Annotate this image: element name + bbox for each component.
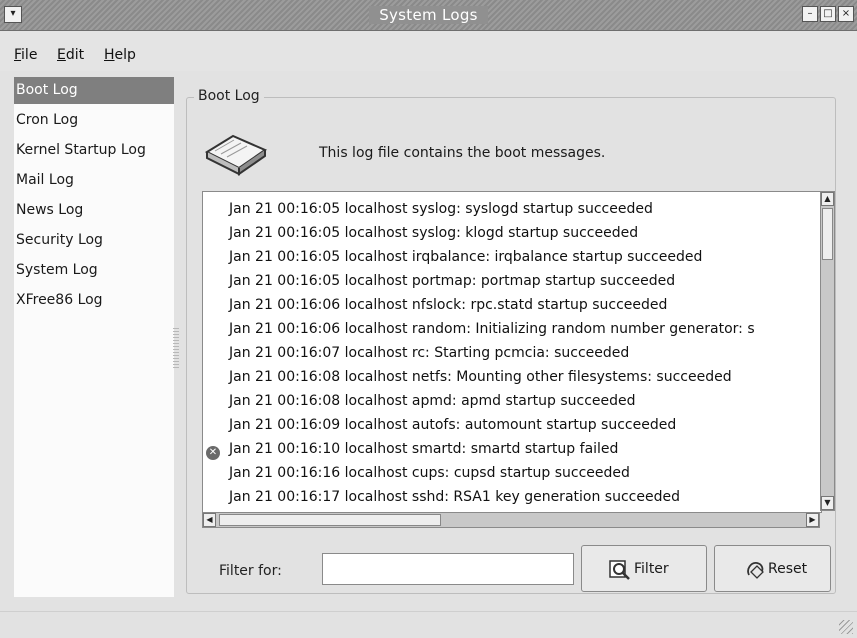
log-line: Jan 21 00:16:08 localhost apmd: apmd sta… — [229, 393, 636, 409]
log-line: Jan 21 00:16:09 localhost autofs: automo… — [229, 417, 677, 433]
vertical-scroll-thumb[interactable] — [822, 208, 833, 260]
status-bar — [0, 611, 857, 638]
window-title: System Logs — [0, 6, 857, 24]
minimize-button[interactable]: – — [802, 6, 818, 22]
log-line: Jan 21 00:16:08 localhost netfs: Mountin… — [229, 369, 732, 385]
sidebar-item-kernel-startup-log[interactable]: Kernel Startup Log — [14, 137, 174, 164]
title-bar[interactable]: ▾ System Logs – □ × — [0, 0, 857, 31]
reset-button[interactable]: Reset — [714, 545, 831, 592]
log-description: This log file contains the boot messages… — [319, 145, 606, 161]
horizontal-scroll-thumb[interactable] — [219, 514, 441, 526]
filter-input[interactable] — [322, 553, 574, 585]
scroll-left-button[interactable]: ◀ — [203, 513, 216, 527]
sidebar-item-news-log[interactable]: News Log — [14, 197, 174, 224]
magnifier-icon — [609, 560, 630, 580]
close-button[interactable]: × — [838, 6, 854, 22]
window-resize-grip[interactable] — [839, 620, 853, 634]
log-list-sidebar: Boot Log Cron Log Kernel Startup Log Mai… — [14, 77, 174, 597]
log-line: Jan 21 00:16:05 localhost syslog: syslog… — [229, 201, 653, 217]
system-logs-window: ▾ System Logs – □ × File Edit Help Boot … — [0, 0, 857, 638]
log-line: Jan 21 00:16:06 localhost random: Initia… — [229, 321, 755, 337]
horizontal-scrollbar[interactable]: ◀ ▶ — [202, 512, 820, 528]
menu-file[interactable]: File — [14, 47, 37, 63]
log-text-view[interactable]: Jan 21 00:16:05 localhost syslog: syslog… — [202, 191, 822, 513]
scroll-down-button[interactable]: ▼ — [821, 496, 834, 510]
log-line: Jan 21 00:16:06 localhost nfslock: rpc.s… — [229, 297, 668, 313]
log-line: Jan 21 00:16:17 localhost sshd: RSA1 key… — [229, 489, 680, 505]
log-line: Jan 21 00:16:05 localhost portmap: portm… — [229, 273, 676, 289]
pane-resize-handle[interactable] — [173, 328, 179, 368]
menu-bar: File Edit Help — [0, 31, 857, 71]
scroll-up-button[interactable]: ▲ — [821, 192, 834, 206]
menu-help[interactable]: Help — [104, 47, 136, 63]
filter-label: Filter for: — [219, 563, 282, 579]
log-line: Jan 21 00:16:07 localhost rc: Starting p… — [229, 345, 630, 361]
sidebar-item-xfree86-log[interactable]: XFree86 Log — [14, 287, 174, 314]
filter-button-label: Filter — [634, 561, 669, 577]
reset-button-label: Reset — [768, 561, 808, 577]
vertical-scrollbar[interactable]: ▲ ▼ — [820, 191, 835, 511]
sidebar-item-mail-log[interactable]: Mail Log — [14, 167, 174, 194]
error-icon: ✕ — [206, 446, 220, 460]
menu-edit[interactable]: Edit — [57, 47, 84, 63]
maximize-button[interactable]: □ — [820, 6, 836, 22]
scroll-right-button[interactable]: ▶ — [806, 513, 819, 527]
log-line: Jan 21 00:16:05 localhost syslog: klogd … — [229, 225, 639, 241]
log-line-error: Jan 21 00:16:10 localhost smartd: smartd… — [229, 441, 619, 457]
book-icon — [204, 134, 268, 176]
frame-title: Boot Log — [194, 88, 264, 104]
reset-icon — [747, 562, 764, 579]
sidebar-item-system-log[interactable]: System Log — [14, 257, 174, 284]
filter-button[interactable]: Filter — [581, 545, 707, 592]
sidebar-item-cron-log[interactable]: Cron Log — [14, 107, 174, 134]
sidebar-item-boot-log[interactable]: Boot Log — [14, 77, 174, 104]
log-line: Jan 21 00:16:05 localhost irqbalance: ir… — [229, 249, 703, 265]
log-line: Jan 21 00:16:16 localhost cups: cupsd st… — [229, 465, 630, 481]
sidebar-item-security-log[interactable]: Security Log — [14, 227, 174, 254]
